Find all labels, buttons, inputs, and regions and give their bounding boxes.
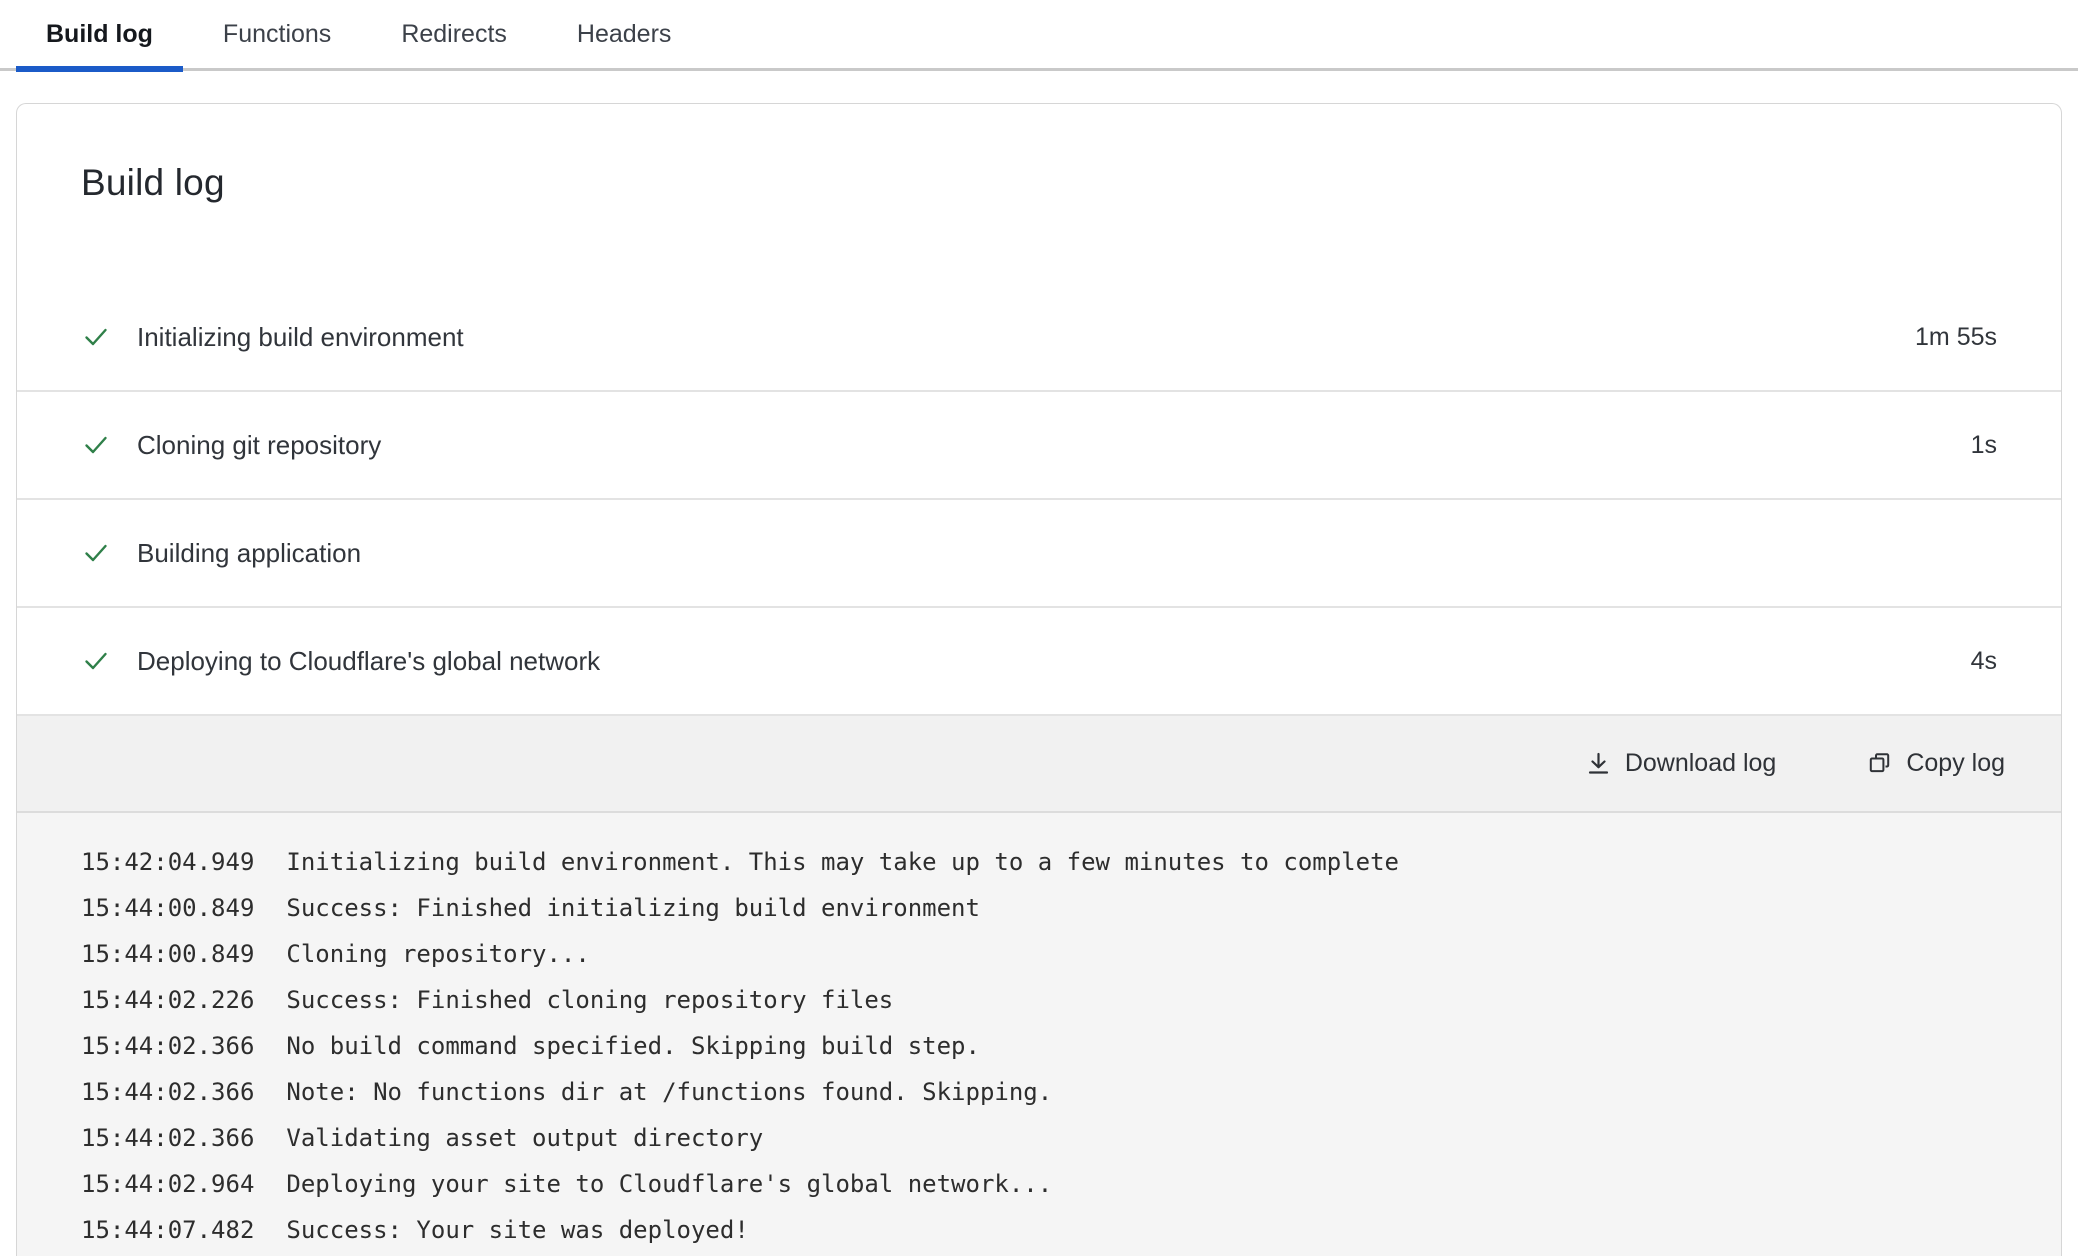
log-timestamp: 15:44:02.366	[81, 1069, 254, 1115]
tab-label: Functions	[223, 20, 331, 49]
log-line: 15:44:07.482 Success: Your site was depl…	[81, 1207, 1997, 1253]
log-message: Note: No functions dir at /functions fou…	[286, 1069, 1997, 1115]
log-timestamp: 15:44:00.849	[81, 931, 254, 977]
log-timestamp: 15:42:04.949	[81, 839, 254, 885]
copy-log-label: Copy log	[1906, 749, 2005, 778]
log-line: 15:44:00.849 Success: Finished initializ…	[81, 885, 1997, 931]
log-timestamp: 15:44:02.366	[81, 1023, 254, 1069]
tab-redirects[interactable]: Redirects	[371, 0, 537, 68]
log-timestamp: 15:44:02.366	[81, 1115, 254, 1161]
build-step-row: Deploying to Cloudflare's global network…	[17, 608, 2061, 716]
log-timestamp: 15:44:02.226	[81, 977, 254, 1023]
build-step-row: Cloning git repository 1s	[17, 392, 2061, 500]
tab-label: Headers	[577, 20, 672, 49]
check-icon	[81, 538, 111, 568]
tab-build-log[interactable]: Build log	[16, 0, 183, 68]
log-timestamp: 15:44:07.482	[81, 1207, 254, 1253]
step-duration: 1s	[1971, 431, 1997, 460]
log-message: Cloning repository...	[286, 931, 1997, 977]
log-actions-bar: Download log Copy log	[17, 716, 2061, 813]
log-line: 15:44:02.964 Deploying your site to Clou…	[81, 1161, 1997, 1207]
step-label: Deploying to Cloudflare's global network	[137, 646, 600, 677]
page-title: Build log	[81, 162, 1997, 204]
build-log-card: Build log Initializing build environment…	[16, 103, 2062, 1256]
log-output[interactable]: 15:42:04.949 Initializing build environm…	[17, 813, 2061, 1256]
log-message: Validating asset output directory	[286, 1115, 1997, 1161]
build-steps: Initializing build environment 1m 55s Cl…	[17, 284, 2061, 716]
download-log-button[interactable]: Download log	[1585, 749, 1777, 778]
download-log-label: Download log	[1625, 749, 1777, 778]
log-timestamp: 15:44:00.849	[81, 885, 254, 931]
tab-bar: Build log Functions Redirects Headers	[0, 0, 2078, 71]
tab-headers[interactable]: Headers	[547, 0, 702, 68]
tab-label: Redirects	[401, 20, 507, 49]
step-label: Initializing build environment	[137, 322, 464, 353]
build-step-row: Initializing build environment 1m 55s	[17, 284, 2061, 392]
check-icon	[81, 646, 111, 676]
log-message: Deploying your site to Cloudflare's glob…	[286, 1161, 1997, 1207]
download-icon	[1585, 750, 1612, 777]
log-line: 15:44:02.226 Success: Finished cloning r…	[81, 977, 1997, 1023]
build-step-row: Building application	[17, 500, 2061, 608]
log-line: 15:44:02.366 Note: No functions dir at /…	[81, 1069, 1997, 1115]
log-timestamp: 15:44:02.964	[81, 1161, 254, 1207]
copy-log-button[interactable]: Copy log	[1866, 749, 2005, 778]
log-line: 15:44:00.849 Cloning repository...	[81, 931, 1997, 977]
check-icon	[81, 430, 111, 460]
card-header: Build log	[17, 104, 2061, 284]
step-duration: 4s	[1971, 647, 1997, 676]
step-label: Building application	[137, 538, 361, 569]
log-message: Success: Finished cloning repository fil…	[286, 977, 1997, 1023]
log-line: 15:42:04.949 Initializing build environm…	[81, 839, 1997, 885]
step-label: Cloning git repository	[137, 430, 381, 461]
log-message: Success: Your site was deployed!	[286, 1207, 1997, 1253]
log-message: No build command specified. Skipping bui…	[286, 1023, 1997, 1069]
check-icon	[81, 322, 111, 352]
log-line: 15:44:02.366 No build command specified.…	[81, 1023, 1997, 1069]
copy-icon	[1866, 750, 1893, 777]
log-message: Initializing build environment. This may…	[286, 839, 1997, 885]
log-line: 15:44:02.366 Validating asset output dir…	[81, 1115, 1997, 1161]
tab-functions[interactable]: Functions	[193, 0, 361, 68]
step-duration: 1m 55s	[1915, 323, 1997, 352]
tab-label: Build log	[46, 20, 153, 49]
log-message: Success: Finished initializing build env…	[286, 885, 1997, 931]
